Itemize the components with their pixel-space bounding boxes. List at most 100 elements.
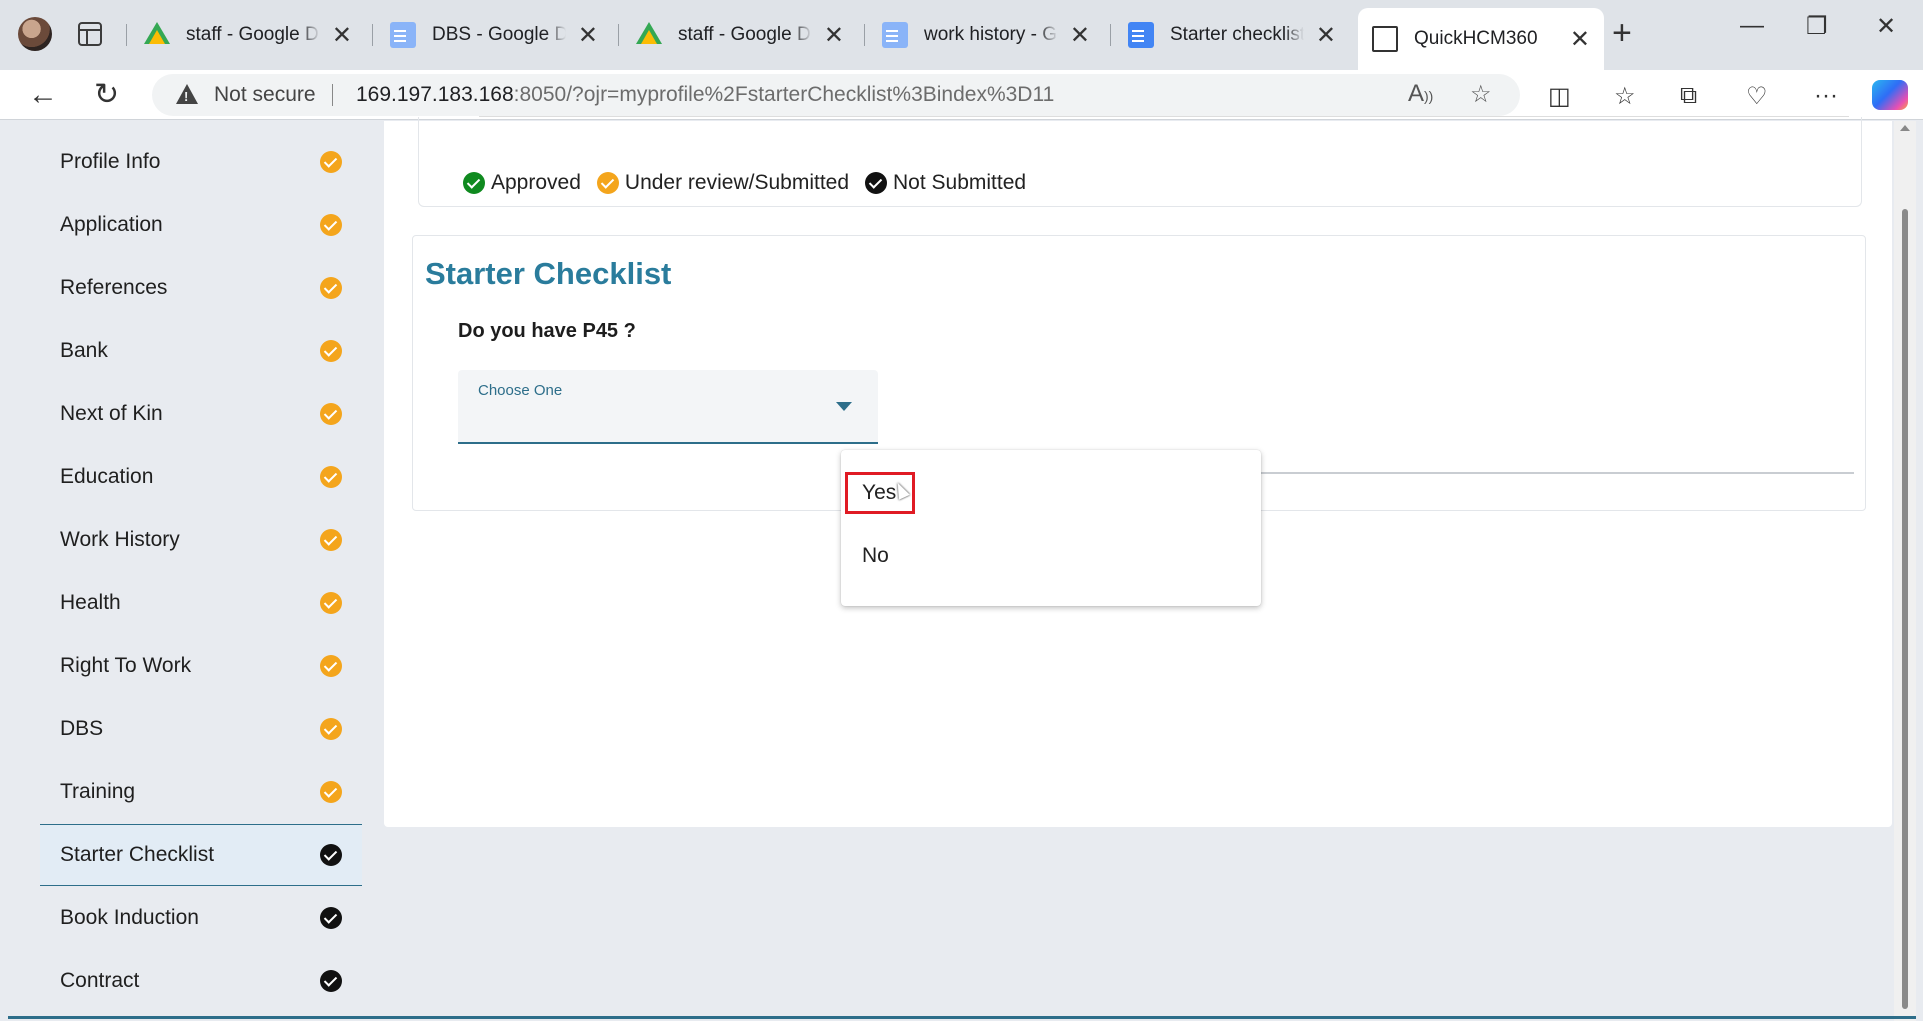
sidebar-item-dbs[interactable]: DBS [40, 698, 362, 760]
submitted-check-icon [320, 403, 342, 425]
sidebar-item-application[interactable]: Application [40, 194, 362, 256]
sidebar-item-education[interactable]: Education [40, 446, 362, 508]
sidebar-item-label: Starter Checklist [60, 843, 215, 866]
security-label[interactable]: Not secure [214, 83, 316, 107]
sidebar-item-label: Training [60, 780, 136, 803]
sidebar-item-starter-checklist[interactable]: Starter Checklist [40, 824, 362, 886]
sidebar-item-label: Bank [60, 339, 108, 362]
more-menu-icon[interactable]: ··· [1814, 82, 1838, 110]
page-viewport: Profile Info Application References Bank… [0, 116, 1923, 1021]
submitted-check-icon [320, 718, 342, 740]
close-icon[interactable]: ✕ [332, 21, 352, 50]
submitted-check-icon [320, 340, 342, 362]
page-icon [1372, 26, 1398, 52]
tab-separator [372, 24, 373, 46]
copilot-icon[interactable] [1872, 80, 1908, 110]
select-options-panel: Yes No [841, 450, 1261, 606]
sidebar-item-health[interactable]: Health [40, 572, 362, 634]
legend-submitted: Under review/Submitted [596, 171, 850, 195]
browser-tab[interactable]: staff - Google Drive ✕ [622, 10, 858, 60]
profile-avatar[interactable] [18, 17, 52, 51]
sidebar-item-profile-info[interactable]: Profile Info [40, 131, 362, 193]
read-aloud-icon[interactable]: A)) [1408, 80, 1433, 108]
submitted-check-icon [320, 277, 342, 299]
favorites-icon[interactable]: ☆ [1614, 82, 1636, 111]
split-screen-icon[interactable]: ◫ [1548, 82, 1571, 111]
close-icon[interactable]: ✕ [578, 21, 598, 50]
minimize-icon[interactable]: — [1740, 12, 1764, 40]
sidebar-item-label: DBS [60, 717, 104, 740]
favorite-star-icon[interactable]: ☆ [1470, 80, 1492, 109]
sidebar-item-label: Next of Kin [60, 402, 163, 425]
p45-select[interactable]: Choose One [458, 370, 878, 444]
select-floating-label: Choose One [478, 382, 563, 399]
tab-title: staff - Google Drive [678, 24, 812, 45]
sidebar-item-label: Contract [60, 969, 140, 992]
url-text[interactable]: 169.197.183.168:8050/?ojr=myprofile%2Fst… [356, 83, 1054, 107]
window-close-icon[interactable]: ✕ [1876, 12, 1896, 41]
sidebar-item-right-to-work[interactable]: Right To Work [40, 635, 362, 697]
submitted-check-icon [320, 214, 342, 236]
close-icon[interactable]: ✕ [824, 21, 844, 50]
page-scrollbar[interactable] [1894, 121, 1916, 1021]
sidebar-item-book-induction[interactable]: Book Induction [40, 887, 362, 949]
sidebar-item-next-of-kin[interactable]: Next of Kin [40, 383, 362, 445]
submitted-check-icon [596, 172, 619, 194]
scrollbar-thumb[interactable] [1902, 209, 1908, 1009]
tab-title: work history - Google Docs [924, 24, 1058, 45]
scroll-up-icon[interactable] [1900, 125, 1910, 131]
option-no[interactable]: No [841, 525, 1261, 587]
not-submitted-check-icon [320, 907, 342, 929]
sidebar-item-label: Book Induction [60, 906, 199, 929]
submitted-check-icon [320, 781, 342, 803]
sidebar-item-label: Health [60, 591, 121, 614]
address-bar[interactable]: Not secure 169.197.183.168:8050/?ojr=myp… [152, 74, 1520, 116]
not-submitted-check-icon [320, 844, 342, 866]
tab-title: QuickHCM360 [1414, 28, 1538, 49]
sidebar-item-label: Application [60, 213, 163, 236]
sidebar-item-training[interactable]: Training [40, 761, 362, 823]
collections-icon[interactable]: ⧉ [1680, 82, 1697, 110]
submitted-check-icon [320, 466, 342, 488]
back-icon[interactable]: ← [28, 78, 58, 112]
legend-label: Approved [491, 171, 581, 194]
submitted-check-icon [320, 592, 342, 614]
url-host: 169.197.183.168 [356, 83, 514, 106]
close-icon[interactable]: ✕ [1070, 21, 1090, 50]
sidebar-item-label: Work History [60, 528, 180, 551]
sidebar-item-references[interactable]: References [40, 257, 362, 319]
sidebar-item-contract[interactable]: Contract [40, 950, 362, 1012]
google-drive-icon [636, 22, 662, 48]
browser-tab[interactable]: Starter checklist - Google Docs ✕ [1114, 10, 1350, 60]
legend-label: Not Submitted [893, 171, 1027, 194]
sidebar-item-label: Right To Work [60, 654, 192, 677]
legend-approved: Approved [463, 171, 581, 195]
tab-title: DBS - Google Docs [432, 24, 566, 45]
main-content: Approved Under review/Submitted Not Subm… [384, 116, 1892, 827]
tab-title: staff - Google Drive [186, 24, 320, 45]
legend-top-divider [479, 116, 1849, 117]
browser-essentials-icon[interactable]: ♡ [1746, 82, 1768, 111]
tab-actions-icon[interactable] [78, 22, 102, 46]
legend-not-submitted: Not Submitted [865, 171, 1026, 195]
page-bottom-border [8, 1016, 1916, 1019]
tab-title: Starter checklist - Google Docs [1170, 24, 1304, 45]
browser-tab[interactable]: DBS - Google Docs ✕ [376, 10, 612, 60]
close-icon[interactable]: ✕ [1316, 21, 1336, 50]
sidebar-item-bank[interactable]: Bank [40, 320, 362, 382]
legend-label: Under review/Submitted [624, 171, 850, 194]
reload-icon[interactable]: ↻ [94, 78, 119, 112]
close-icon[interactable]: ✕ [1570, 25, 1590, 54]
browser-tab[interactable]: staff - Google Drive ✕ [130, 10, 366, 60]
page-title: Starter Checklist [425, 256, 672, 291]
warning-icon[interactable] [176, 84, 198, 104]
sidebar-item-work-history[interactable]: Work History [40, 509, 362, 571]
caret-down-icon[interactable] [836, 402, 852, 411]
google-docs-icon [882, 22, 908, 48]
browser-tab-active[interactable]: QuickHCM360 ✕ [1358, 8, 1604, 70]
url-path: :8050/?ojr=myprofile%2FstarterChecklist%… [513, 83, 1055, 106]
browser-tab[interactable]: work history - Google Docs ✕ [868, 10, 1104, 60]
new-tab-icon[interactable]: + [1612, 14, 1632, 53]
restore-icon[interactable]: ❐ [1806, 12, 1828, 41]
address-separator [332, 84, 333, 106]
